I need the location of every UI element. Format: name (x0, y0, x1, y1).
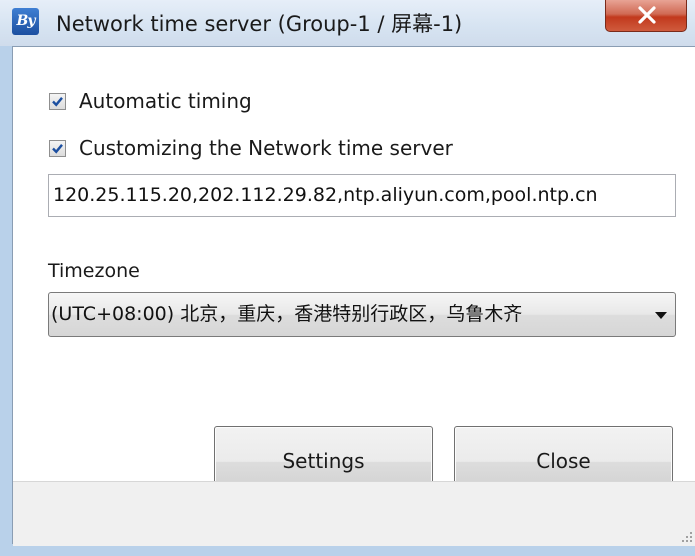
automatic-timing-option[interactable]: Automatic timing (49, 88, 252, 114)
custom-server-checkbox[interactable] (49, 139, 66, 157)
dropdown-arrow-icon (655, 312, 667, 319)
app-logo-icon: By (12, 8, 39, 35)
checkmark-icon (52, 143, 63, 154)
ntp-server-input[interactable]: 120.25.115.20,202.112.29.82,ntp.aliyun.c… (48, 174, 676, 217)
checkmark-icon (52, 96, 63, 107)
dialog-window: By Network time server (Group-1 / 屏幕-1) … (0, 0, 695, 556)
automatic-timing-checkbox[interactable] (49, 92, 66, 110)
automatic-timing-label: Automatic timing (79, 89, 252, 113)
timezone-select[interactable]: (UTC+08:00) 北京，重庆，香港特别行政区，乌鲁木齐 (48, 292, 676, 337)
window-title: Network time server (Group-1 / 屏幕-1) (56, 12, 463, 36)
window-close-button[interactable] (605, 0, 687, 32)
status-bar (13, 481, 695, 546)
custom-server-label: Customizing the Network time server (79, 136, 453, 160)
timezone-label: Timezone (48, 260, 140, 282)
dialog-body: Automatic timing Customizing the Network… (12, 46, 695, 546)
custom-server-option[interactable]: Customizing the Network time server (49, 135, 453, 161)
title-bar[interactable]: By Network time server (Group-1 / 屏幕-1) (0, 0, 695, 46)
resize-grip-icon[interactable] (680, 530, 692, 542)
timezone-selected-value: (UTC+08:00) 北京，重庆，香港特别行政区，乌鲁木齐 (51, 303, 523, 325)
